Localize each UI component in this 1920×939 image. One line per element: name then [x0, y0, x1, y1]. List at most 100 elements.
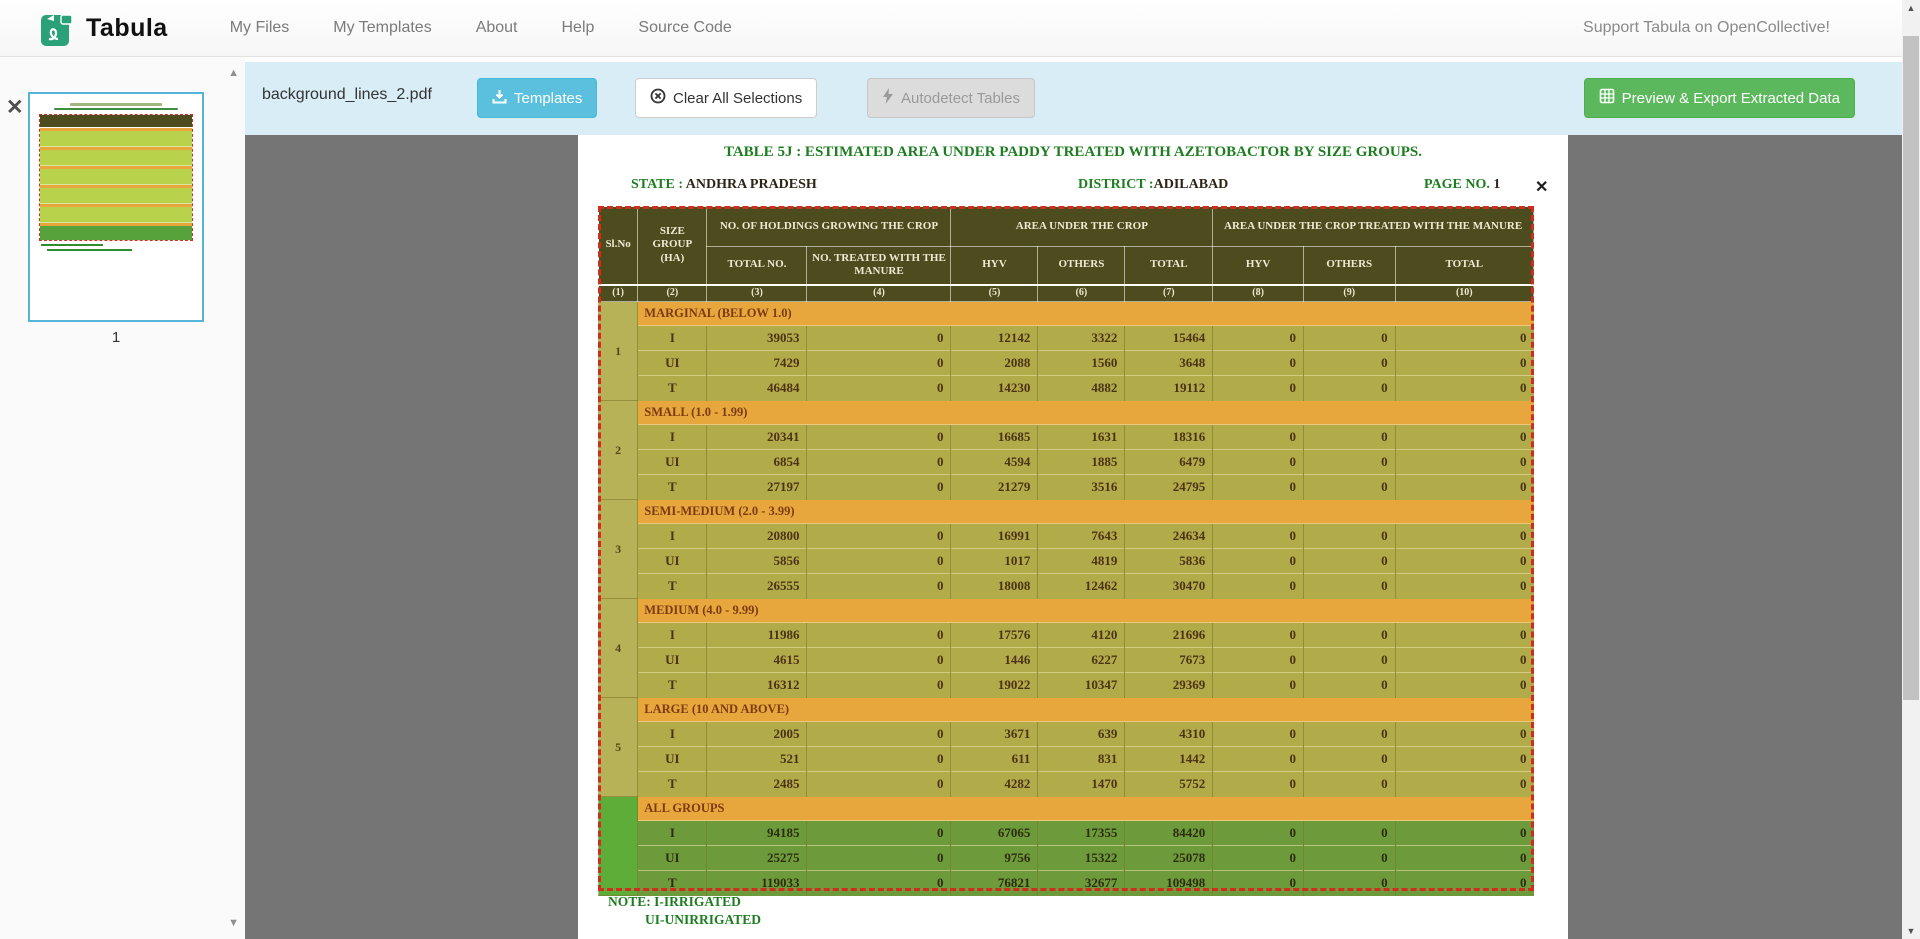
- note-line-2: UI-UNIRRIGATED: [645, 911, 761, 929]
- pdf-page[interactable]: TABLE 5J : ESTIMATED AREA UNDER PADDY TR…: [578, 135, 1568, 939]
- row-type-cell: I: [638, 821, 707, 846]
- support-link[interactable]: Support Tabula on OpenCollective!: [1583, 19, 1830, 37]
- autodetect-tables-label: Autodetect Tables: [901, 90, 1020, 107]
- group-label-row: 4MEDIUM (4.0 - 9.99): [599, 599, 1534, 623]
- value-cell: 4282: [951, 772, 1038, 797]
- nav-item-source-code[interactable]: Source Code: [638, 19, 731, 37]
- column-number-cell: (7): [1125, 285, 1213, 302]
- value-cell: 1631: [1038, 425, 1125, 450]
- table-row: T27197021279351624795000: [599, 475, 1534, 500]
- brand[interactable]: Tabula: [40, 9, 168, 47]
- brand-name: Tabula: [86, 14, 168, 43]
- value-cell: 15322: [1038, 846, 1125, 871]
- value-cell: 29369: [1125, 673, 1213, 698]
- value-cell: 3648: [1125, 351, 1213, 376]
- autodetect-tables-button[interactable]: Autodetect Tables: [867, 78, 1035, 118]
- value-cell: 0: [807, 574, 951, 599]
- value-cell: 1446: [951, 648, 1038, 673]
- value-cell: 11986: [707, 623, 807, 648]
- value-cell: 21696: [1125, 623, 1213, 648]
- value-cell: 3671: [951, 722, 1038, 747]
- value-cell: 0: [1395, 747, 1533, 772]
- value-cell: 0: [1303, 351, 1395, 376]
- group-label-row: 3SEMI-MEDIUM (2.0 - 3.99): [599, 500, 1534, 524]
- district-value: ADILABAD: [1154, 177, 1229, 192]
- value-cell: 94185: [707, 821, 807, 846]
- value-cell: 0: [1395, 673, 1533, 698]
- value-cell: 0: [807, 351, 951, 376]
- row-type-cell: UI: [638, 549, 707, 574]
- value-cell: 0: [1213, 846, 1304, 871]
- value-cell: 0: [1303, 425, 1395, 450]
- scrollbar-up-icon[interactable]: ▲: [1902, 0, 1920, 16]
- group-label-cell: SEMI-MEDIUM (2.0 - 3.99): [638, 500, 1534, 524]
- value-cell: 18316: [1125, 425, 1213, 450]
- nav-menu: My Files My Templates About Help Source …: [230, 19, 732, 37]
- clear-all-selections-button[interactable]: Clear All Selections: [635, 78, 817, 118]
- table-row: T11903307682132677109498000: [599, 871, 1534, 896]
- value-cell: 0: [807, 549, 951, 574]
- state-value: ANDHRA PRADESH: [686, 177, 817, 192]
- value-cell: 0: [807, 623, 951, 648]
- sidebar-scroll-up-icon[interactable]: ▲: [228, 67, 239, 79]
- scrollbar-down-icon[interactable]: ▼: [1902, 923, 1920, 939]
- value-cell: 30470: [1125, 574, 1213, 599]
- value-cell: 0: [1213, 450, 1304, 475]
- header-others: OTHERS: [1038, 247, 1125, 285]
- value-cell: 84420: [1125, 821, 1213, 846]
- value-cell: 0: [1395, 376, 1533, 401]
- row-type-cell: UI: [638, 747, 707, 772]
- value-cell: 0: [1395, 846, 1533, 871]
- sidebar-scroll-down-icon[interactable]: ▼: [228, 917, 239, 929]
- value-cell: 0: [1213, 821, 1304, 846]
- value-cell: 24634: [1125, 524, 1213, 549]
- value-cell: 0: [1395, 351, 1533, 376]
- nav-item-my-templates[interactable]: My Templates: [333, 19, 431, 37]
- row-type-cell: UI: [638, 846, 707, 871]
- table-group: 2SMALL (1.0 - 1.99)I20341016685163118316…: [599, 401, 1534, 500]
- value-cell: 18008: [951, 574, 1038, 599]
- value-cell: 0: [1303, 623, 1395, 648]
- value-cell: 15464: [1125, 326, 1213, 351]
- nav-item-my-files[interactable]: My Files: [230, 19, 290, 37]
- nav-item-about[interactable]: About: [476, 19, 518, 37]
- page-thumbnail[interactable]: [28, 92, 204, 322]
- value-cell: 0: [1213, 376, 1304, 401]
- value-cell: 0: [1303, 772, 1395, 797]
- page-scrollbar[interactable]: ▲ ▼: [1902, 0, 1920, 939]
- spreadsheet-icon: [1599, 88, 1615, 108]
- value-cell: 17355: [1038, 821, 1125, 846]
- thumb-table-preview: [39, 114, 193, 241]
- value-cell: 1470: [1038, 772, 1125, 797]
- column-number-cell: (5): [951, 285, 1038, 302]
- value-cell: 4819: [1038, 549, 1125, 574]
- column-number-cell: (1): [599, 285, 638, 302]
- table-group: 5LARGE (10 AND ABOVE)I200503671639431000…: [599, 698, 1534, 797]
- value-cell: 0: [807, 648, 951, 673]
- group-label-cell: SMALL (1.0 - 1.99): [638, 401, 1534, 425]
- value-cell: 0: [807, 821, 951, 846]
- templates-label: Templates: [514, 90, 582, 107]
- table-row: I2005036716394310000: [599, 722, 1534, 747]
- value-cell: 16685: [951, 425, 1038, 450]
- header-area-group: AREA UNDER THE CROP: [951, 207, 1213, 247]
- clear-all-selections-label: Clear All Selections: [673, 90, 802, 107]
- table-row: T265550180081246230470000: [599, 574, 1534, 599]
- header-no-treated: NO. TREATED WITH THE MANURE: [807, 247, 951, 285]
- templates-button[interactable]: Templates: [477, 78, 597, 118]
- group-label-row: 5LARGE (10 AND ABOVE): [599, 698, 1534, 722]
- value-cell: 4594: [951, 450, 1038, 475]
- preview-export-button[interactable]: Preview & Export Extracted Data: [1584, 78, 1855, 118]
- remove-file-icon[interactable]: ✕: [6, 97, 24, 118]
- value-cell: 0: [807, 326, 951, 351]
- nav-item-help[interactable]: Help: [562, 19, 595, 37]
- lightning-icon: [882, 88, 894, 108]
- scrollbar-thumb[interactable]: [1903, 36, 1919, 700]
- value-cell: 12462: [1038, 574, 1125, 599]
- value-cell: 0: [1395, 475, 1533, 500]
- selection-close-icon[interactable]: ✕: [1535, 177, 1548, 197]
- header-total-no: TOTAL NO.: [707, 247, 807, 285]
- header-area-treated-group: AREA UNDER THE CROP TREATED WITH THE MAN…: [1213, 207, 1534, 247]
- page-no-value: 1: [1493, 177, 1500, 192]
- row-type-cell: I: [638, 425, 707, 450]
